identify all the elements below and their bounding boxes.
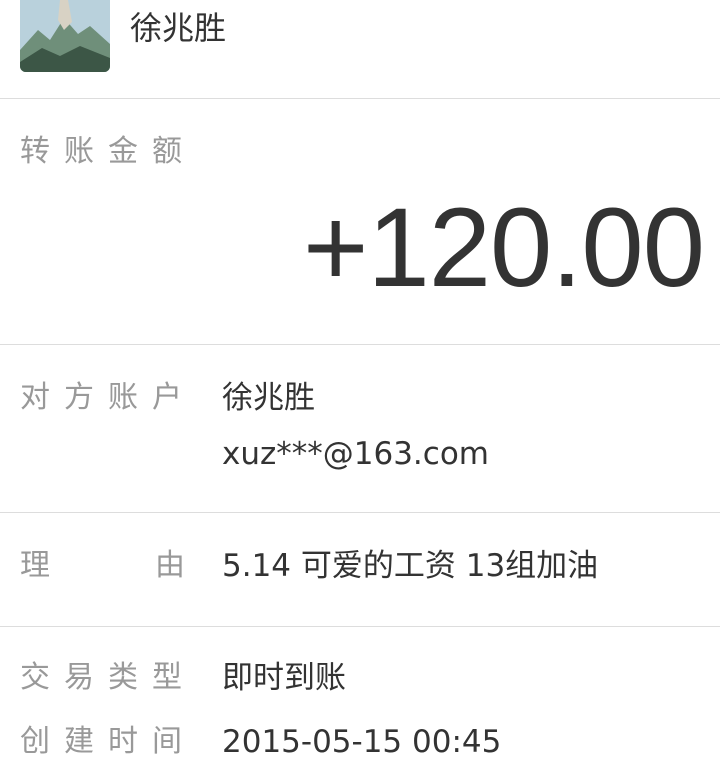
- transaction-type-value: 即时到账: [222, 660, 346, 696]
- transaction-type-label: 交易类型: [20, 660, 196, 695]
- reason-label-right: 由: [155, 548, 185, 583]
- amount-label: 转账金额: [20, 134, 196, 169]
- reason-label-left: 理: [20, 548, 50, 583]
- header-name: 徐兆胜: [130, 9, 227, 47]
- reason-label: 理 由: [20, 546, 185, 586]
- divider: [0, 98, 720, 99]
- reason-value: 5.14 可爱的工资 13组加油: [222, 548, 599, 584]
- account-label: 对方账户: [20, 380, 196, 415]
- account-name: 徐兆胜: [222, 380, 315, 416]
- divider: [0, 512, 720, 513]
- transfer-amount: +120.00: [303, 185, 705, 310]
- created-time-value: 2015-05-15 00:45: [222, 724, 502, 760]
- account-email[interactable]: xuz***@163.com: [222, 434, 489, 474]
- mountain-photo-icon: [20, 0, 110, 72]
- created-time-label: 创建时间: [20, 724, 196, 759]
- divider: [0, 344, 720, 345]
- avatar: [20, 0, 110, 72]
- divider: [0, 626, 720, 627]
